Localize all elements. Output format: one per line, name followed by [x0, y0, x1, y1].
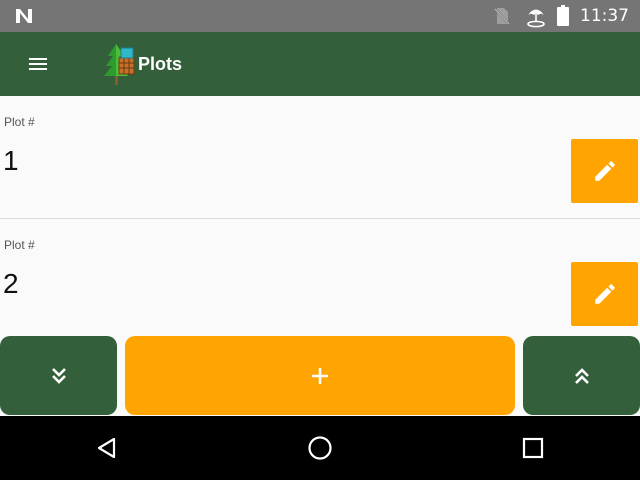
- plus-icon: [312, 367, 328, 384]
- plot-number-label: Plot #: [4, 238, 35, 252]
- menu-button[interactable]: [24, 50, 52, 78]
- battery-icon: [557, 5, 569, 26]
- edit-plot-button[interactable]: [571, 139, 638, 203]
- pencil-icon: [594, 161, 615, 181]
- scroll-to-bottom-button[interactable]: [0, 336, 117, 415]
- action-bar: [0, 336, 640, 416]
- screen: 11:37 Plots Plot # 1 Plot # 2: [0, 0, 640, 480]
- app-bar: Plots: [0, 32, 640, 96]
- n-logo-icon: [16, 9, 32, 23]
- list-item[interactable]: Plot # 1: [0, 96, 640, 219]
- double-chevron-down-icon: [51, 367, 66, 384]
- plot-number-label: Plot #: [4, 115, 35, 129]
- plot-list: Plot # 1 Plot # 2: [0, 96, 640, 336]
- menu-icon: [29, 58, 47, 70]
- plot-number-value: 2: [3, 268, 19, 299]
- recents-square-icon: [522, 437, 544, 459]
- add-plot-button[interactable]: [125, 336, 515, 415]
- page-title: Plots: [138, 54, 183, 74]
- navigation-bar: [0, 416, 640, 480]
- status-clock: 11:37: [580, 6, 629, 26]
- no-sim-icon: [494, 8, 510, 25]
- back-triangle-icon: [97, 437, 116, 459]
- scroll-to-top-button[interactable]: [523, 336, 640, 415]
- list-item[interactable]: Plot # 2: [0, 219, 640, 336]
- home-button[interactable]: [306, 434, 334, 462]
- pencil-icon: [594, 284, 615, 304]
- recents-button[interactable]: [519, 434, 547, 462]
- status-bar: 11:37: [0, 0, 640, 32]
- tree-logo-icon: [104, 44, 135, 85]
- edit-plot-button[interactable]: [571, 262, 638, 326]
- double-chevron-up-icon: [574, 367, 589, 384]
- back-button[interactable]: [93, 434, 121, 462]
- plot-number-value: 1: [3, 145, 19, 176]
- home-circle-icon: [308, 436, 332, 460]
- umbrella-icon: [527, 9, 545, 28]
